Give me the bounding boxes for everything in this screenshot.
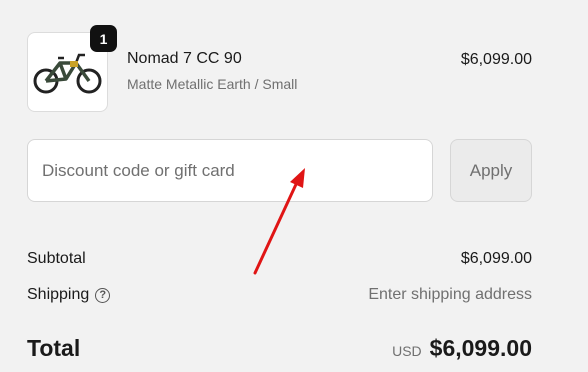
shipping-label: Shipping <box>27 286 90 303</box>
quantity-badge: 1 <box>90 25 117 52</box>
mountain-bike-image <box>33 53 102 94</box>
apply-discount-button[interactable]: Apply <box>450 139 532 202</box>
subtotal-value: $6,099.00 <box>460 250 532 267</box>
question-circle-icon[interactable]: ? <box>95 287 111 303</box>
discount-code-input[interactable] <box>27 139 433 202</box>
total-value: $6,099.00 <box>429 335 532 361</box>
product-line-item: 1 Nomad 7 CC 90 Matte Metallic Earth / S… <box>27 25 532 112</box>
product-thumbnail: 1 <box>27 25 117 112</box>
currency-code: USD <box>392 343 422 359</box>
total-label: Total <box>27 335 81 361</box>
product-name: Nomad 7 CC 90 <box>127 50 242 67</box>
total-amount: USD $6,099.00 <box>392 335 532 362</box>
product-variant: Matte Metallic Earth / Small <box>127 76 298 92</box>
product-price: $6,099.00 <box>460 51 532 68</box>
subtotal-label: Subtotal <box>27 250 86 267</box>
shipping-value: Enter shipping address <box>368 286 532 303</box>
